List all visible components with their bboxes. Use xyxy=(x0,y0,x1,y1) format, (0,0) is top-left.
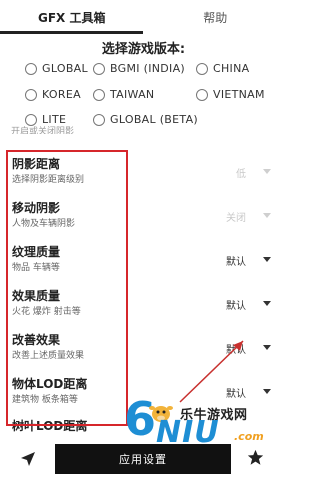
tab-help[interactable]: 帮助 xyxy=(144,0,288,34)
chevron-down-icon xyxy=(263,345,271,350)
setting-name: 树叶LOD距离 xyxy=(12,419,88,433)
chevron-down-icon xyxy=(263,213,271,218)
object-lod-select[interactable]: 默认 xyxy=(226,385,246,400)
radio-circle-icon xyxy=(93,62,105,75)
chevron-down-icon xyxy=(263,169,271,174)
active-tab-indicator xyxy=(0,31,143,34)
setting-desc: 选择阴影距离级别 xyxy=(12,175,85,185)
setting-desc: 人物及车辆阴影 xyxy=(12,219,76,229)
setting-name: 物体LOD距离 xyxy=(12,377,88,391)
chevron-down-icon xyxy=(263,257,271,262)
setting-name: 阴影距离 xyxy=(12,157,61,171)
radio-label: KOREA xyxy=(42,88,81,101)
setting-texture-quality: 纹理质量 物品 车辆等 默认 xyxy=(0,243,287,279)
radio-label: BGMI (INDIA) xyxy=(110,62,186,75)
radio-circle-icon xyxy=(93,113,105,126)
setting-name: 改善效果 xyxy=(12,333,61,347)
setting-desc: 物品 车辆等 xyxy=(12,263,60,273)
chevron-down-icon xyxy=(263,301,271,306)
setting-desc: 火花 爆炸 射击等 xyxy=(12,307,81,317)
version-title: 选择游戏版本: xyxy=(101,42,186,57)
radio-global[interactable]: GLOBAL xyxy=(25,62,88,75)
effect-quality-select[interactable]: 默认 xyxy=(226,297,246,312)
watermark-logo: 6 乐牛游戏网 NIU .com xyxy=(124,392,286,456)
tab-gfx-toolbox[interactable]: GFX 工具箱 xyxy=(0,0,144,34)
radio-circle-icon xyxy=(25,88,37,101)
setting-effect-quality: 效果质量 火花 爆炸 射击等 默认 xyxy=(0,287,287,323)
radio-china[interactable]: CHINA xyxy=(196,62,249,75)
cut-off-label: 开启或关闭阴影 xyxy=(11,127,75,134)
chevron-down-icon xyxy=(263,389,271,394)
radio-bgmi-india[interactable]: BGMI (INDIA) xyxy=(93,62,185,75)
setting-desc: 改善上述质量效果 xyxy=(12,351,85,361)
watermark-logo-text: NIU xyxy=(156,415,220,450)
setting-desc: 建筑物 板条箱等 xyxy=(12,395,78,405)
improve-effects-select[interactable]: 默认 xyxy=(226,341,246,356)
setting-name: 纹理质量 xyxy=(12,245,61,259)
radio-label: VIETNAM xyxy=(213,88,265,101)
radio-vietnam[interactable]: VIETNAM xyxy=(196,88,265,101)
texture-quality-select[interactable]: 默认 xyxy=(226,253,246,268)
shadow-distance-select[interactable]: 低 xyxy=(236,165,246,180)
radio-circle-icon xyxy=(25,62,37,75)
setting-improve-effects: 改善效果 改善上述质量效果 默认 xyxy=(0,331,287,367)
send-icon[interactable] xyxy=(20,451,36,467)
setting-shadow-distance: 阴影距离 选择阴影距离级别 低 xyxy=(0,155,287,191)
radio-korea[interactable]: KOREA xyxy=(25,88,81,101)
watermark-suffix: .com xyxy=(234,430,264,443)
tab-bar: GFX 工具箱 帮助 xyxy=(0,0,287,34)
setting-name: 效果质量 xyxy=(12,289,61,303)
radio-circle-icon xyxy=(196,88,208,101)
radio-label: GLOBAL (BETA) xyxy=(110,113,198,126)
radio-label: CHINA xyxy=(213,62,250,75)
radio-circle-icon xyxy=(93,88,105,101)
setting-name: 移动阴影 xyxy=(12,201,61,215)
moving-shadow-select[interactable]: 关闭 xyxy=(226,209,246,224)
setting-moving-shadow: 移动阴影 人物及车辆阴影 关闭 xyxy=(0,199,287,235)
radio-circle-icon xyxy=(196,62,208,75)
radio-taiwan[interactable]: TAIWAN xyxy=(93,88,154,101)
radio-global-beta[interactable]: GLOBAL (BETA) xyxy=(93,113,198,126)
radio-label: GLOBAL xyxy=(42,62,88,75)
radio-label: TAIWAN xyxy=(110,88,155,101)
